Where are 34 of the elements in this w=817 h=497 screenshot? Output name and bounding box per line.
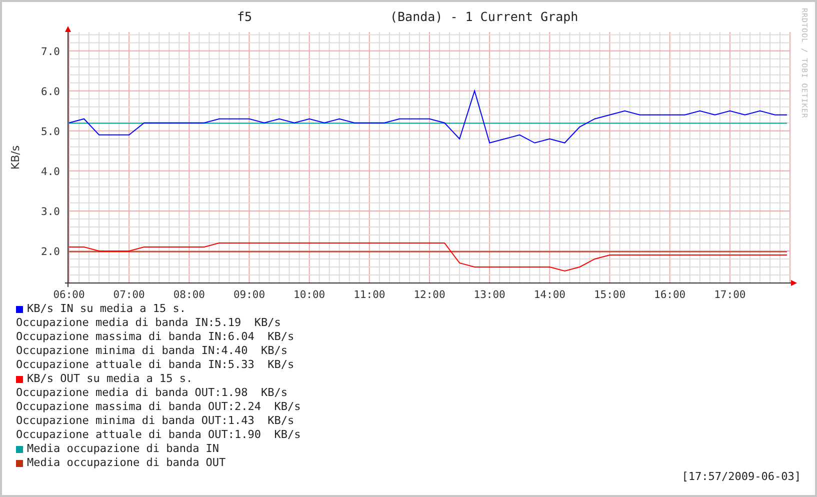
axis-tick-label: 15:00	[594, 289, 626, 301]
legend-label: Media occupazione di banda IN	[27, 442, 220, 456]
legend-label: Media occupazione di banda OUT	[27, 456, 226, 470]
axis-tick-label: 13:00	[474, 289, 506, 301]
axis-tick-label: 11:00	[354, 289, 386, 301]
axis-tick-label: 07:00	[113, 289, 145, 301]
legend-stat: Occupazione attuale di banda IN:5.33 KB/s	[16, 358, 294, 372]
axis-tick-label: 17:00	[714, 289, 746, 301]
legend-stat: Occupazione massima di banda IN:6.04 KB/s	[16, 330, 294, 344]
legend-label: KB/s IN su media a 15 s.	[27, 302, 186, 316]
legend-stat: Occupazione media di banda IN:5.19 KB/s	[16, 316, 281, 330]
axis-tick-label: 2.0	[41, 246, 60, 258]
axis-title: KB/s	[9, 145, 22, 170]
axis-tick-label: 09:00	[233, 289, 266, 301]
axis-tick-label: 3.0	[41, 206, 60, 218]
legend-stat: Occupazione attuale di banda OUT:1.90 KB/s	[16, 428, 301, 442]
legend-stat: Occupazione minima di banda IN:4.40 KB/s	[16, 344, 288, 358]
legend-label: KB/s OUT su media a 15 s.	[27, 372, 193, 386]
axis-tick-label: 14:00	[534, 289, 566, 301]
axis-tick-label: 7.0	[41, 46, 60, 58]
legend-stat: Occupazione minima di banda OUT:1.43 KB/s	[16, 414, 294, 428]
axis-tick-label: 08:00	[173, 289, 205, 301]
axis-tick-label: 10:00	[294, 289, 326, 301]
chart-title: f5	[237, 9, 252, 24]
axis-tick-label: 06:00	[53, 289, 85, 301]
chart-title: (Banda) - 1 Current Graph	[390, 9, 578, 24]
axis-tick-label: 6.0	[41, 86, 60, 98]
legend-stat: Occupazione media di banda OUT:1.98 KB/s	[16, 386, 288, 400]
axis-tick-label: 5.0	[41, 126, 60, 138]
legend-stat: Occupazione massima di banda OUT:2.24 KB/s	[16, 400, 301, 414]
axis-tick-label: 4.0	[41, 166, 60, 178]
axis-tick-label: 16:00	[654, 289, 686, 301]
timestamp: [17:57/2009-06-03]	[682, 470, 801, 484]
axis-tick-label: 12:00	[414, 289, 446, 301]
